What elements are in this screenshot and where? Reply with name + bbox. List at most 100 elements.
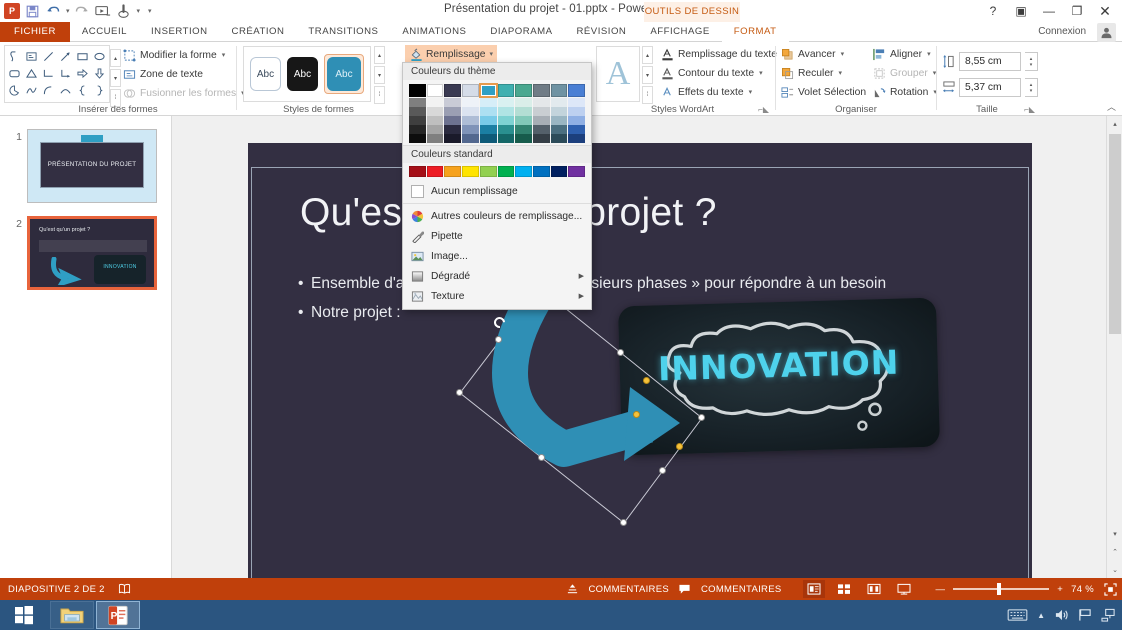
shape-arrow-icon[interactable] — [57, 48, 74, 65]
theme-shade-swatch[interactable] — [550, 107, 568, 116]
theme-shade-swatch[interactable] — [444, 134, 462, 143]
theme-color-swatch[interactable] — [444, 84, 462, 97]
resize-handle-edge[interactable] — [617, 349, 624, 356]
theme-shade-swatch[interactable] — [479, 98, 497, 107]
theme-shade-swatch[interactable] — [497, 125, 515, 134]
adjust-handle[interactable] — [633, 411, 640, 418]
show-hidden-icons-button[interactable]: ▲ — [1037, 611, 1045, 620]
theme-shade-swatch[interactable] — [426, 116, 444, 125]
theme-shade-swatch[interactable] — [532, 98, 550, 107]
menu-item-more-fill-colors[interactable]: Autres couleurs de remplissage... — [403, 206, 591, 226]
standard-color-swatch[interactable] — [568, 166, 585, 177]
standard-color-swatch[interactable] — [550, 166, 568, 177]
theme-shade-swatch[interactable] — [444, 107, 462, 116]
resize-handle-corner[interactable] — [698, 414, 705, 421]
standard-color-swatch[interactable] — [479, 166, 497, 177]
help-button[interactable]: ? — [980, 1, 1006, 21]
shape-scribble-icon[interactable] — [23, 82, 40, 99]
send-backward-button[interactable]: Reculer ▾ — [780, 66, 842, 80]
theme-shade-swatch[interactable] — [568, 125, 585, 134]
theme-shade-swatch[interactable] — [497, 116, 515, 125]
comments-icon[interactable] — [677, 581, 693, 597]
theme-shade-swatch[interactable] — [532, 134, 550, 143]
shape-width-spinner[interactable]: ▴ ▾ — [1025, 78, 1038, 97]
theme-color-swatch[interactable] — [550, 84, 568, 97]
wordart-more-icon[interactable]: ⁞ — [642, 86, 653, 104]
thumbnail-slide-2[interactable]: 2 Qu'est qu'un projet ? INNOVATION — [6, 216, 157, 290]
shape-style-preset-accent[interactable]: Abc — [327, 57, 361, 91]
theme-shade-swatch[interactable] — [479, 116, 497, 125]
wordart-gallery[interactable]: A — [596, 46, 640, 102]
sign-in-link[interactable]: Connexion — [1038, 22, 1086, 42]
resize-handle-edge[interactable] — [495, 336, 502, 343]
shape-style-preset-light[interactable]: Abc — [250, 57, 281, 91]
theme-shade-swatch[interactable] — [479, 125, 497, 134]
shape-line-icon[interactable] — [40, 48, 57, 65]
shape-styles-more-icon[interactable]: ⁞ — [374, 86, 385, 104]
menu-item-eyedropper[interactable]: Pipette — [403, 226, 591, 246]
theme-shade-swatch[interactable] — [497, 134, 515, 143]
theme-color-swatch[interactable] — [568, 84, 585, 97]
shapes-gallery-scroll[interactable]: ▴ ▾ ⁞ — [110, 49, 121, 107]
shape-rectangle-icon[interactable] — [74, 48, 91, 65]
texture-submenu-arrow[interactable]: ▶ — [579, 292, 584, 300]
zoom-level-label[interactable]: 74 % — [1071, 584, 1094, 595]
wordart-scroll-down-icon[interactable]: ▾ — [642, 66, 653, 84]
theme-shade-swatch[interactable] — [462, 125, 479, 134]
taskbar-item-powerpoint[interactable]: P — [96, 601, 140, 629]
wordart-dialog-launcher[interactable]: ⌐◣ — [758, 105, 769, 114]
thumbnail-canvas-2[interactable]: Qu'est qu'un projet ? INNOVATION — [27, 216, 157, 290]
standard-color-swatch[interactable] — [515, 166, 532, 177]
adjust-handle[interactable] — [643, 377, 650, 384]
vertical-scrollbar[interactable]: ▴ ▾ ⌃ ⌄ — [1106, 116, 1122, 578]
menu-item-picture[interactable]: Image... — [403, 246, 591, 266]
thumbnail-slide-1[interactable]: 1 PRÉSENTATION DU PROJET — [6, 129, 157, 203]
wordart-scroll-up-icon[interactable]: ▴ — [642, 46, 653, 64]
shape-fill-caret[interactable]: ▾ — [490, 50, 494, 58]
taskbar-item-explorer[interactable] — [50, 601, 94, 629]
theme-shade-swatch[interactable] — [568, 134, 585, 143]
scroll-up-icon[interactable]: ▴ — [1107, 116, 1122, 132]
keyboard-icon[interactable] — [1007, 608, 1028, 622]
network-icon[interactable] — [1101, 608, 1116, 622]
theme-shade-swatch[interactable] — [479, 134, 497, 143]
theme-shade-swatch[interactable] — [409, 107, 426, 116]
theme-shade-swatch[interactable] — [444, 98, 462, 107]
theme-color-swatch[interactable] — [532, 84, 550, 97]
shape-triangle-icon[interactable] — [23, 65, 40, 82]
theme-shade-swatch[interactable] — [515, 107, 532, 116]
shape-curve-icon[interactable] — [40, 82, 57, 99]
comments-label[interactable]: COMMENTAIRES — [701, 584, 781, 595]
theme-color-swatch[interactable] — [426, 84, 444, 97]
shape-rounded-rect-icon[interactable] — [6, 65, 23, 82]
ribbon-display-options-button[interactable]: ▣ — [1008, 1, 1034, 21]
tab-creation[interactable]: CRÉATION — [220, 22, 297, 42]
theme-shade-swatch[interactable] — [515, 125, 532, 134]
tab-transitions[interactable]: TRANSITIONS — [296, 22, 390, 42]
edit-shape-button[interactable]: Modifier la forme ▾ — [122, 48, 225, 62]
theme-color-swatch[interactable] — [409, 84, 426, 97]
shape-fill-button[interactable]: Remplissage ▾ — [405, 45, 498, 63]
shapes-scroll-up-icon[interactable]: ▴ — [110, 49, 121, 67]
theme-shade-swatch[interactable] — [497, 107, 515, 116]
theme-shade-swatch[interactable] — [550, 98, 568, 107]
shape-height-spinner[interactable]: ▴ ▾ — [1025, 52, 1038, 71]
theme-shade-swatch[interactable] — [568, 107, 585, 116]
shape-styles-scroll-up-icon[interactable]: ▴ — [374, 46, 385, 64]
shape-styles-scroll-down-icon[interactable]: ▾ — [374, 66, 385, 84]
resize-handle-corner[interactable] — [456, 389, 463, 396]
text-outline-caret[interactable]: ▾ — [759, 69, 763, 77]
shape-arc-icon[interactable] — [57, 82, 74, 99]
theme-color-swatch[interactable] — [462, 84, 479, 97]
standard-color-swatch[interactable] — [532, 166, 550, 177]
standard-color-swatch[interactable] — [462, 166, 479, 177]
text-fill-button[interactable]: Remplissage du texte ▾ — [660, 47, 786, 61]
theme-shade-swatch[interactable] — [409, 134, 426, 143]
shape-styles-scroll[interactable]: ▴ ▾ ⁞ — [374, 46, 385, 104]
slide-canvas[interactable]: Qu'est ce qu'un projet ? •Ensemble d'act… — [248, 143, 1032, 584]
bring-forward-caret[interactable]: ▾ — [841, 50, 845, 58]
shape-elbow-arrow-icon[interactable] — [57, 65, 74, 82]
notes-icon[interactable] — [565, 581, 581, 597]
send-backward-caret[interactable]: ▾ — [838, 69, 842, 77]
theme-shade-swatch[interactable] — [568, 98, 585, 107]
